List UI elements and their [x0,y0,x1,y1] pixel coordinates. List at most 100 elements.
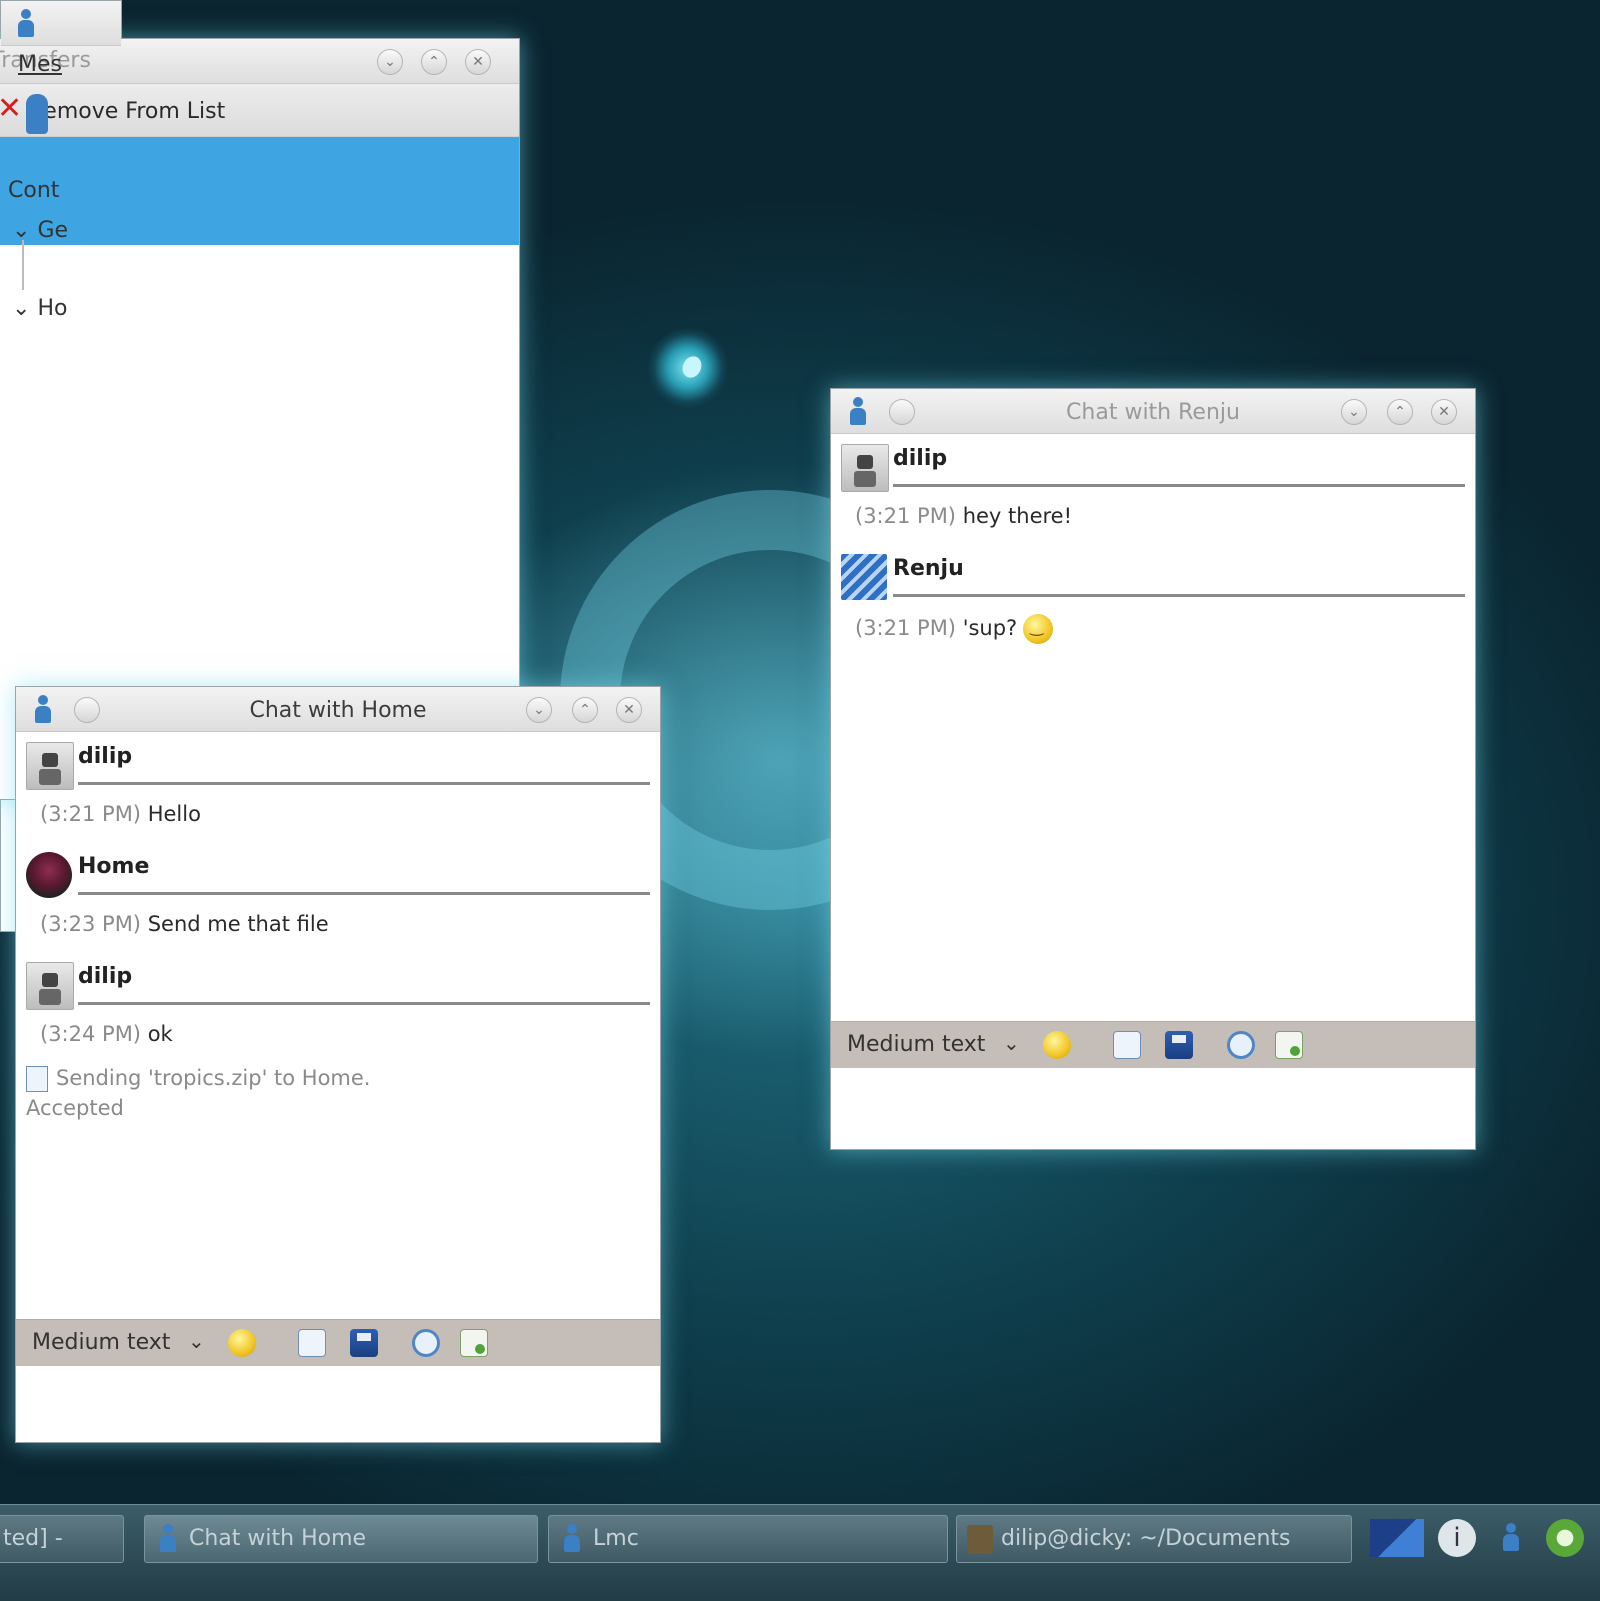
font-size-select[interactable]: Medium text [847,1032,985,1057]
message-time: (3:21 PM) [40,802,142,826]
smiley-icon[interactable] [228,1329,256,1357]
save-icon[interactable] [1165,1031,1193,1059]
info-icon[interactable]: i [1438,1519,1476,1557]
close-button[interactable]: ✕ [616,697,642,723]
message-line: (3:24 PM) ok [16,1014,660,1062]
send-file-icon[interactable] [1275,1031,1303,1059]
task-button-lmc[interactable]: Lmc [548,1515,948,1563]
message-input[interactable] [16,1367,660,1442]
maximize-button[interactable]: ⌃ [421,49,447,75]
save-icon[interactable] [350,1329,378,1357]
task-label: Lmc [593,1526,639,1551]
minimize-button[interactable]: ⌄ [526,697,552,723]
sender-name: dilip [78,744,133,769]
message-time: (3:21 PM) [855,616,957,640]
task-button-fragment[interactable]: ted] - [0,1515,124,1563]
contact-list-titlebar[interactable] [1,1,121,46]
maximize-icon: ⌃ [1394,404,1406,420]
sender-name: Home [78,854,150,879]
format-toolbar: Medium text ⌄ [16,1319,660,1366]
messenger-tray-icon[interactable] [1494,1519,1532,1557]
maximize-icon: ⌃ [579,702,591,718]
sender-name: dilip [893,446,948,471]
task-button-terminal[interactable]: dilip@dicky: ~/Documents [956,1515,1352,1563]
chat-window-home: Chat with Home ⌄ ⌃ ✕ dilip (3:21 PM) Hel… [15,686,661,1443]
window-title: Chat with Renju [1066,400,1240,425]
group-label: Ge [37,218,69,243]
message-time: (3:24 PM) [40,1022,142,1046]
minimize-icon: ⌄ [1348,404,1360,420]
chat-renju-titlebar[interactable]: Chat with Renju ⌄ ⌃ ✕ [831,389,1475,434]
chat-transcript: dilip (3:21 PM) Hello Home (3:23 PM) Sen… [16,732,660,1132]
minimize-icon: ⌄ [384,54,396,70]
avatar [26,742,74,790]
remove-from-list-button[interactable]: ✕ Remove From List [0,84,519,137]
document-icon[interactable] [298,1329,326,1357]
message-header: Home [16,842,660,904]
message-line: (3:23 PM) Send me that file [16,904,660,952]
message-text: Send me that file [147,912,329,936]
close-icon: ✕ [623,702,635,718]
message-line: (3:21 PM) 'sup? [831,606,1475,654]
message-header: dilip [16,952,660,1014]
avatar [841,554,887,600]
taskbar: ted] - Chat with Home Lmc dilip@dicky: ~… [0,1504,1600,1601]
menu-messenger[interactable]: Mes [18,52,62,77]
tree-line [22,240,24,290]
font-size-select[interactable]: Medium text [32,1330,170,1355]
task-button-chat-home[interactable]: Chat with Home [144,1515,538,1563]
app-icon[interactable] [13,9,39,37]
sender-name: dilip [78,964,133,989]
sender-name: Renju [893,556,964,581]
avatar [26,962,74,1010]
divider [78,1002,650,1005]
file-transfer-notice: Sending 'tropics.zip' to Home. Accepted [16,1062,660,1132]
message-text: ok [147,1022,173,1046]
group-home[interactable]: ⌄ Ho [12,296,67,321]
terminal-icon [967,1525,993,1553]
window-title: Chat with Home [249,698,427,723]
maximize-button[interactable]: ⌃ [572,697,598,723]
divider [893,594,1465,597]
group-general[interactable]: ⌄ Ge [12,218,68,243]
minimize-button[interactable]: ⌄ [1341,399,1367,425]
app-icon [559,1524,585,1552]
close-icon: ✕ [1438,404,1450,420]
chevron-down-icon[interactable]: ⌄ [1003,1031,1020,1055]
message-header: dilip [831,434,1475,496]
chevron-down-icon[interactable]: ⌄ [188,1329,205,1353]
chevron-down-icon: ⌄ [12,296,38,321]
chat-home-titlebar[interactable]: Chat with Home ⌄ ⌃ ✕ [16,687,660,732]
file-transfer-result: Accepted [26,1096,124,1120]
task-label: dilip@dicky: ~/Documents [1001,1526,1291,1551]
send-file-icon[interactable] [460,1329,488,1357]
minimize-button[interactable]: ⌄ [377,49,403,75]
refresh-icon[interactable] [412,1329,440,1357]
divider [78,782,650,785]
message-text: hey there! [962,504,1073,528]
message-header: dilip [16,732,660,794]
group-label: Ho [37,296,68,321]
document-icon[interactable] [1113,1031,1141,1059]
message-text: Hello [147,802,201,826]
message-time: (3:23 PM) [40,912,142,936]
maximize-button[interactable]: ⌃ [1387,399,1413,425]
refresh-icon[interactable] [1227,1031,1255,1059]
close-button[interactable]: ✕ [1431,399,1457,425]
chevron-down-icon: ⌄ [12,218,38,243]
contacts-label: Cont [8,178,60,203]
minimize-icon: ⌄ [533,702,545,718]
message-line: (3:21 PM) Hello [16,794,660,842]
message-text: 'sup? [962,616,1018,640]
gear-icon[interactable] [1546,1519,1584,1557]
close-icon: ✕ [472,54,484,70]
message-input[interactable] [831,1069,1475,1149]
maximize-icon: ⌃ [428,54,440,70]
transfer-list-row-selected[interactable] [0,137,519,245]
status-person-icon[interactable] [26,94,48,134]
close-button[interactable]: ✕ [465,49,491,75]
remove-from-list-label: Remove From List [29,99,226,124]
task-label: ted] - [3,1526,63,1551]
smiley-icon[interactable] [1043,1031,1071,1059]
network-icon[interactable] [1370,1519,1424,1557]
